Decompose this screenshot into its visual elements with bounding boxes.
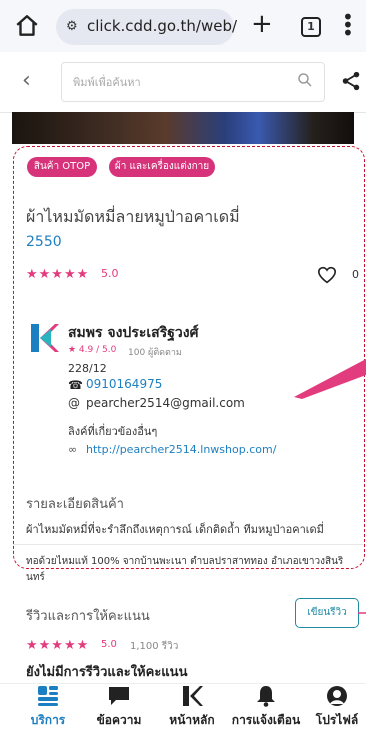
chat-icon	[109, 687, 129, 705]
divider	[13, 544, 363, 545]
nav-services-label: บริการ	[30, 713, 66, 727]
nav-home-label: หน้าหลัก	[169, 713, 215, 727]
seller-rating: ★ 4.9 / 5.0	[68, 345, 117, 355]
more-menu-icon[interactable]: • • •	[342, 7, 354, 43]
seller-address: 228/12	[68, 362, 107, 375]
tag-chip-otop[interactable]: สินค้า OTOP	[27, 157, 97, 177]
nav-notifications[interactable]: การแจ้งเตือน	[226, 683, 306, 727]
write-review-button[interactable]: เขียนรีวิว	[295, 598, 359, 628]
product-title: ผ้าไหมมัดหมี่ลายหมูป่าอคาเดมี่	[26, 207, 240, 226]
review-score: 5.0	[101, 639, 117, 650]
like-count: 0	[352, 268, 359, 281]
search-placeholder: พิมพ์เพื่อค้นหา	[73, 76, 141, 89]
annotation-arrow	[294, 359, 366, 399]
details-heading: รายละเอียดสินค้า	[26, 497, 124, 512]
review-count: 1,100 รีวิว	[130, 641, 179, 652]
search-icon[interactable]	[296, 71, 314, 89]
seller-phone[interactable]: 0910164975	[86, 377, 162, 391]
back-arrow-icon[interactable]: ‹	[22, 68, 31, 93]
nav-notifications-label: การแจ้งเตือน	[231, 713, 301, 727]
tab-switcher-button[interactable]: 1	[301, 17, 321, 37]
nav-home[interactable]: หน้าหลัก	[160, 683, 224, 727]
details-line-2: ทอด้วยไหมแท้ 100% จากบ้านพะเนา ตำบลปราสา…	[26, 556, 344, 583]
no-reviews-text: ยังไม่มีการรีวิวและให้คะแนน	[26, 665, 188, 680]
seller-logo	[27, 321, 61, 355]
product-year: 2550	[26, 234, 62, 250]
nav-services[interactable]: บริการ	[14, 683, 82, 727]
details-line-1: ผ้าไหมมัดหมี่ที่จะรำลึกถึงเหตุการณ์ เด็ก…	[26, 523, 324, 536]
reviews-heading: รีวิวและการให้คะแนน	[26, 609, 150, 624]
annotation-line	[358, 612, 366, 614]
heart-icon[interactable]	[317, 266, 337, 284]
phone-icon: ☎	[68, 378, 83, 392]
nav-profile-label: โปรไฟล์	[315, 713, 359, 727]
nav-messages[interactable]: ข้อความ	[84, 683, 154, 727]
site-settings-icon[interactable]: ⚙	[66, 19, 78, 34]
seller-followers: 100 ผู้ติดตาม	[128, 348, 182, 358]
rating-value: 5.0	[101, 267, 119, 280]
nav-messages-label: ข้อความ	[96, 713, 142, 727]
bell-icon	[257, 686, 275, 707]
rating-stars: ★★★★★	[26, 267, 90, 282]
email-icon: @	[68, 396, 80, 410]
profile-icon	[327, 686, 347, 706]
seller-name[interactable]: สมพร จงประเสริฐวงศ์	[68, 322, 199, 344]
nav-profile[interactable]: โปรไฟล์	[308, 683, 366, 727]
home-icon[interactable]	[14, 13, 40, 39]
share-icon[interactable]	[340, 70, 362, 92]
new-tab-icon[interactable]: +	[251, 9, 273, 39]
review-stars: ★★★★★	[26, 638, 90, 653]
product-image	[12, 112, 354, 144]
home-logo-icon	[183, 686, 203, 706]
link-icon: ∞	[68, 443, 78, 456]
related-links-heading: ลิงค์ที่เกี่ยวข้องอื่นๆ	[68, 425, 158, 438]
seller-email[interactable]: pearcher2514@gmail.com	[86, 396, 245, 410]
url-text[interactable]: click.cdd.go.th/web/	[87, 17, 237, 35]
grid-icon	[38, 686, 58, 706]
shop-link[interactable]: http://pearcher2514.lnwshop.com/	[86, 443, 276, 456]
tag-chip-category[interactable]: ผ้า และเครื่องแต่งกาย	[109, 157, 215, 177]
